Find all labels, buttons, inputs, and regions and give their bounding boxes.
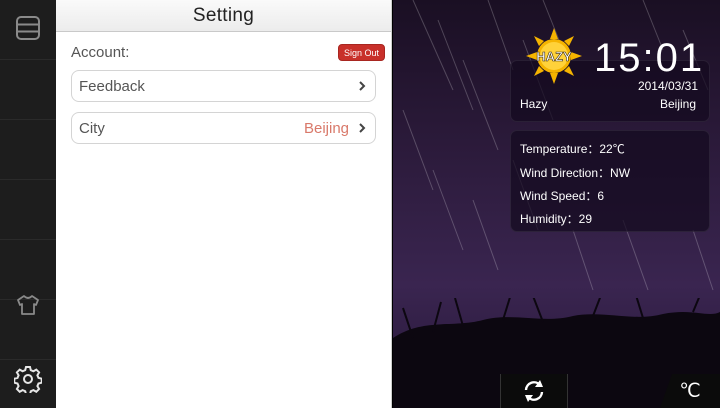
side-rail	[0, 0, 56, 408]
menu-button[interactable]	[0, 0, 56, 56]
wind-direction-text: Wind Direction：NW	[520, 166, 631, 180]
settings-panel: Setting Account: Sign Out Feedback City …	[56, 0, 392, 408]
city-value: Beijing	[303, 119, 349, 137]
settings-button[interactable]	[0, 351, 56, 407]
gear-icon	[14, 366, 42, 393]
wind-speed-text: Wind Speed：6	[520, 189, 605, 203]
condition-text: Hazy	[520, 97, 548, 111]
account-row: Account: Sign Out	[56, 32, 391, 70]
clock-time: 15:01	[594, 36, 705, 80]
city-label: City	[79, 119, 105, 137]
feedback-label: Feedback	[79, 77, 145, 95]
chevron-right-icon	[355, 121, 369, 135]
temperature-text: Temperature：22℃	[520, 142, 625, 156]
city-text: Beijing	[659, 97, 696, 111]
menu-icon	[16, 16, 40, 40]
refresh-button[interactable]	[500, 374, 568, 408]
page-title: Setting	[192, 4, 255, 26]
date-text: 2014/03/31	[637, 79, 698, 93]
feedback-row[interactable]: Feedback	[71, 70, 376, 102]
city-row[interactable]: City Beijing	[71, 112, 376, 144]
sign-out-button[interactable]: Sign Out	[337, 44, 385, 61]
clothing-button[interactable]	[0, 277, 56, 333]
shirt-icon	[17, 295, 39, 315]
account-label: Account:	[71, 44, 130, 61]
settings-header: Setting	[56, 0, 391, 32]
refresh-icon	[524, 380, 544, 402]
weather-icon-label: HAZY	[536, 49, 572, 64]
chevron-right-icon	[355, 79, 369, 93]
humidity-text: Humidity：29	[520, 212, 593, 226]
hazy-weather-icon: HAZY	[526, 28, 582, 84]
